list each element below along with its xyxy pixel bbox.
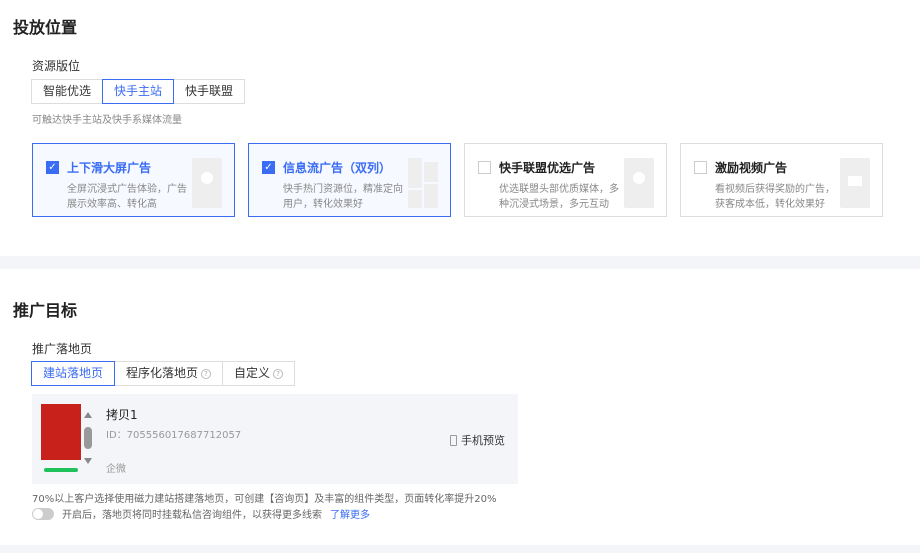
option-smart[interactable]: 智能优选 [31, 79, 104, 104]
landing-label: 推广落地页 [32, 342, 93, 356]
tab-label: 建站落地页 [43, 366, 104, 380]
landing-page-id: ID：705556017687712057 [106, 430, 242, 441]
consult-toggle-row: 开启后，落地页将同时挂载私信咨询组件，以获得更多线索 了解更多 [32, 506, 370, 521]
card-desc: 看视频后获得奖励的广告，获客成本低，转化效果好 [715, 184, 835, 210]
ad-card-reward[interactable]: 激励视频广告 看视频后获得奖励的广告，获客成本低，转化效果好 [680, 143, 883, 217]
resource-selector: 智能优选 快手主站 快手联盟 [31, 79, 246, 104]
thumbnail-scrollbar[interactable] [84, 412, 92, 464]
card-title: 激励视频广告 [715, 161, 788, 175]
option-union[interactable]: 快手联盟 [173, 79, 246, 104]
video-thumb-icon [192, 158, 222, 208]
card-title: 上下滑大屏广告 [67, 161, 152, 175]
landing-page-thumbnail [41, 404, 81, 460]
checkbox-icon[interactable]: ✓ [46, 161, 59, 174]
card-desc: 快手热门资源位，精准定向用户，转化效果好 [283, 184, 403, 210]
reward-thumb-icon [840, 158, 870, 208]
scroll-up-icon[interactable] [84, 412, 92, 418]
landing-page-tag: 企微 [106, 464, 126, 475]
mobile-preview-button[interactable]: 手机预览 [450, 432, 505, 448]
tab-site-landing[interactable]: 建站落地页 [31, 361, 116, 386]
checkbox-icon[interactable] [694, 161, 707, 174]
landing-page-name: 拷贝1 [106, 408, 138, 422]
tab-custom[interactable]: 自定义? [222, 361, 296, 386]
landing-note: 70%以上客户选择使用磁力建站搭建落地页，可创建【咨询页】及丰富的组件类型，页面… [32, 494, 497, 505]
thumbnail-button [44, 468, 78, 472]
resource-label: 资源版位 [32, 59, 81, 73]
card-title: 快手联盟优选广告 [499, 161, 596, 175]
landing-page-item[interactable]: 拷贝1 ID：705556017687712057 企微 手机预览 [32, 394, 518, 484]
double-column-thumb-icon [408, 158, 438, 208]
preview-label: 手机预览 [461, 434, 505, 447]
scroll-down-icon[interactable] [84, 458, 92, 464]
video-thumb-icon [624, 158, 654, 208]
resource-hint: 可触达快手主站及快手系媒体流量 [32, 115, 182, 126]
card-desc: 优选联盟头部优质媒体，多种沉浸式场景，多元互动 [499, 184, 619, 210]
help-icon[interactable]: ? [201, 368, 212, 379]
card-desc: 全屏沉浸式广告体验，广告展示效率高、转化高 [67, 184, 187, 210]
section-title: 推广目标 [13, 301, 78, 320]
placement-section: 投放位置 资源版位 智能优选 快手主站 快手联盟 可触达快手主站及快手系媒体流量… [0, 0, 920, 256]
help-icon[interactable]: ? [273, 368, 284, 379]
toggle-text: 开启后，落地页将同时挂载私信咨询组件，以获得更多线索 [62, 510, 322, 521]
section-title: 投放位置 [13, 18, 78, 37]
checkbox-icon[interactable]: ✓ [262, 161, 275, 174]
ad-card-fullscreen[interactable]: ✓ 上下滑大屏广告 全屏沉浸式广告体验，广告展示效率高、转化高 [32, 143, 235, 217]
tab-label: 程序化落地页 [126, 366, 199, 380]
tab-programmatic-landing[interactable]: 程序化落地页? [114, 361, 224, 386]
consult-toggle[interactable] [32, 507, 54, 520]
tab-label: 自定义 [234, 366, 271, 380]
phone-icon [450, 434, 457, 446]
option-main-site[interactable]: 快手主站 [102, 79, 175, 104]
checkbox-icon[interactable] [478, 161, 491, 174]
ad-card-union[interactable]: 快手联盟优选广告 优选联盟头部优质媒体，多种沉浸式场景，多元互动 [464, 143, 667, 217]
scroll-thumb[interactable] [84, 427, 92, 449]
ad-card-feed[interactable]: ✓ 信息流广告（双列） 快手热门资源位，精准定向用户，转化效果好 [248, 143, 451, 217]
landing-tabs: 建站落地页 程序化落地页? 自定义? [31, 361, 296, 386]
learn-more-link[interactable]: 了解更多 [330, 506, 370, 521]
card-title: 信息流广告（双列） [283, 161, 392, 175]
